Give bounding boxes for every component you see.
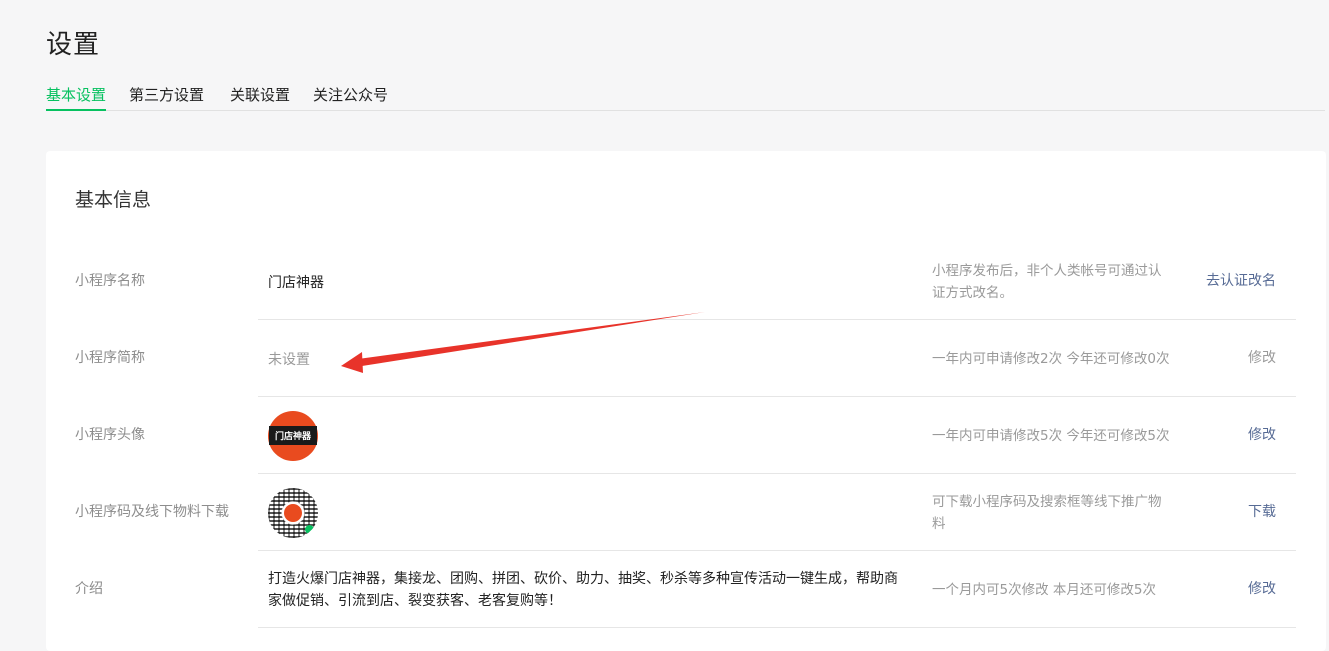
tab-link-settings[interactable]: 关联设置 (230, 84, 290, 105)
row-label: 介绍 (75, 581, 103, 597)
shop-logo-icon: 门店神器 (268, 410, 318, 461)
row-introduction: 介绍 打造火爆门店神器，集接龙、团购、拼团、砍价、助力、抽奖、秒杀等多种宣传活动… (75, 551, 1296, 628)
qr-center-logo (284, 503, 302, 522)
download-link[interactable]: 下载 (1248, 474, 1276, 551)
logo-text: 门店神器 (269, 426, 317, 445)
avatar-value: 门店神器 (268, 397, 908, 474)
verify-rename-link[interactable]: 去认证改名 (1206, 243, 1276, 320)
modify-short-name-link[interactable]: 修改 (1248, 320, 1276, 397)
row-mini-program-name: 小程序名称 门店神器 小程序发布后，非个人类帐号可通过认证方式改名。 去认证改名 (75, 243, 1296, 320)
basic-info-card: 基本信息 小程序名称 门店神器 小程序发布后，非个人类帐号可通过认证方式改名。 … (46, 151, 1326, 651)
row-tip: 小程序发布后，非个人类帐号可通过认证方式改名。 (932, 262, 1162, 301)
introduction-value: 打造火爆门店神器，集接龙、团购、拼团、砍价、助力、抽奖、秒杀等多种宣传活动一键生… (268, 570, 898, 609)
row-qr-code-download: 小程序码及线下物料下载 可下载小程序码及搜索框等线下推广物料 下载 (75, 474, 1296, 551)
row-mini-program-avatar: 小程序头像 门店神器 一年内可申请修改5次 今年还可修改5次 修改 (75, 397, 1296, 474)
row-label: 小程序头像 (75, 427, 145, 443)
tab-third-party-settings[interactable]: 第三方设置 (129, 84, 204, 105)
qr-badge-icon (305, 524, 314, 534)
card-title: 基本信息 (75, 189, 152, 211)
row-tip: 一年内可申请修改2次 今年还可修改0次 (932, 350, 1170, 367)
mini-program-name-value: 门店神器 (268, 274, 324, 291)
row-label: 小程序码及线下物料下载 (75, 504, 229, 520)
row-label: 小程序简称 (75, 350, 145, 366)
row-tip: 可下载小程序码及搜索框等线下推广物料 (932, 493, 1162, 532)
page-title: 设置 (46, 30, 101, 60)
modify-introduction-link[interactable]: 修改 (1248, 551, 1276, 628)
row-label: 小程序名称 (75, 273, 145, 289)
row-tip: 一个月内可5次修改 本月还可修改5次 (932, 581, 1156, 598)
row-mini-program-short-name: 小程序简称 未设置 一年内可申请修改2次 今年还可修改0次 修改 (75, 320, 1296, 397)
row-divider (258, 627, 1296, 628)
qr-code-value (268, 474, 908, 551)
tab-follow-official-account[interactable]: 关注公众号 (313, 84, 388, 105)
short-name-value: 未设置 (268, 351, 310, 368)
tab-basic-settings[interactable]: 基本设置 (46, 84, 107, 111)
qr-code-icon (268, 487, 318, 538)
tab-bar: 基本设置 第三方设置 关联设置 关注公众号 (46, 80, 1325, 111)
modify-avatar-link[interactable]: 修改 (1248, 397, 1276, 474)
row-tip: 一年内可申请修改5次 今年还可修改5次 (932, 427, 1170, 444)
